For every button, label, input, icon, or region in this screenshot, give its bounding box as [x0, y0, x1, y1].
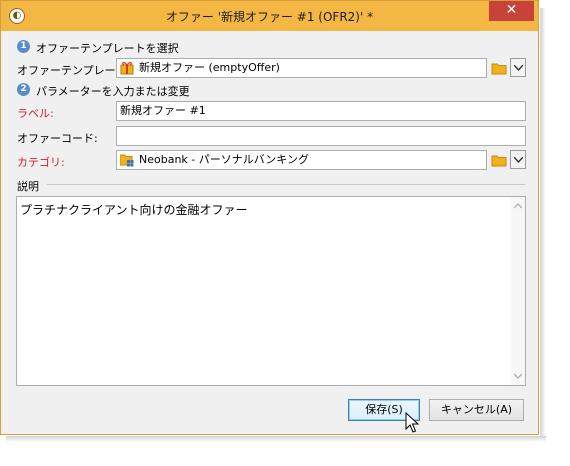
template-dropdown-button[interactable]	[510, 58, 526, 77]
label-input[interactable]: 新規オファー #1	[116, 101, 526, 121]
offer-code-label: オファーコード:	[17, 132, 98, 145]
category-label: カテゴリ:	[17, 156, 65, 169]
offer-template-icon	[120, 62, 134, 75]
label-field-label: ラベル:	[17, 107, 54, 120]
template-folder-icon[interactable]	[491, 61, 507, 75]
label-input-value: 新規オファー #1	[120, 104, 206, 117]
window-title: オファー '新規オファー #1 (OFR2)' *	[165, 10, 374, 24]
description-label: 説明	[17, 180, 39, 193]
scroll-down-icon[interactable]	[514, 373, 522, 379]
title-bar[interactable]: ◐ オファー '新規オファー #1 (OFR2)' * ✕	[1, 1, 538, 31]
description-scrollbar[interactable]	[511, 197, 525, 385]
close-button[interactable]: ✕	[489, 1, 534, 21]
step-1-icon: 1	[17, 40, 30, 53]
step-2-title: パラメーターを入力または変更	[36, 85, 190, 98]
description-divider	[47, 184, 525, 185]
window-shadow-bottom	[6, 436, 546, 442]
step-1-title: オファーテンプレートを選択	[36, 42, 179, 55]
step-2-icon: 2	[17, 83, 30, 96]
category-dropdown-button[interactable]	[510, 150, 526, 169]
template-label: オファーテンプレート:	[17, 64, 131, 77]
cancel-button[interactable]: キャンセル(A)	[429, 399, 524, 421]
offer-dialog: ◐ オファー '新規オファー #1 (OFR2)' * ✕ 1 オファーテンプレ…	[0, 0, 539, 435]
mouse-cursor-icon	[405, 412, 419, 433]
window-shadow-right	[540, 8, 546, 436]
category-folder-button-icon[interactable]	[491, 153, 507, 167]
chevron-down-icon	[514, 65, 523, 71]
chevron-down-icon	[514, 157, 523, 163]
template-field[interactable]: 新規オファー (emptyOffer)	[116, 58, 487, 78]
category-folder-icon	[120, 154, 134, 167]
description-value: プラチナクライアント向けの金融オファー	[20, 203, 248, 217]
template-value: 新規オファー (emptyOffer)	[139, 61, 280, 74]
offer-code-input[interactable]	[116, 126, 526, 146]
scroll-up-icon[interactable]	[514, 203, 522, 209]
description-textarea[interactable]: プラチナクライアント向けの金融オファー	[16, 196, 526, 386]
category-value: Neobank - パーソナルバンキング	[139, 153, 309, 166]
category-field[interactable]: Neobank - パーソナルバンキング	[116, 150, 487, 170]
